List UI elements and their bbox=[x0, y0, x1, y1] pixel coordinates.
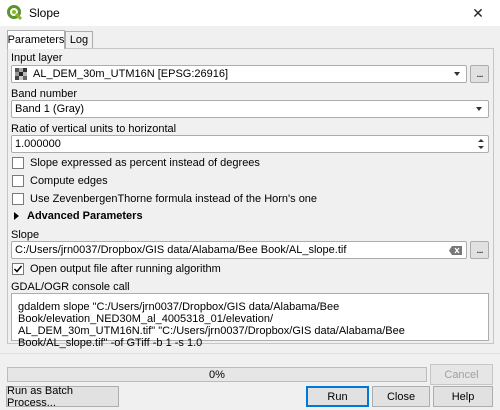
slope-output-field[interactable]: C:/Users/jrn0037/Dropbox/GIS data/Alabam… bbox=[11, 241, 467, 259]
percent-checkbox-row[interactable]: Slope expressed as percent instead of de… bbox=[12, 157, 260, 169]
chevron-down-icon bbox=[454, 72, 460, 76]
zevenbergen-checkbox[interactable] bbox=[12, 193, 24, 205]
chevron-down-icon bbox=[476, 107, 482, 111]
clear-icon[interactable] bbox=[449, 246, 462, 255]
console-call-text[interactable]: gdaldem slope "C:/Users/jrn0037/Dropbox/… bbox=[11, 293, 489, 349]
zevenbergen-checkbox-row[interactable]: Use ZevenbergenThorne formula instead of… bbox=[12, 193, 317, 205]
tab-log[interactable]: Log bbox=[65, 31, 93, 48]
compute-edges-checkbox-row[interactable]: Compute edges bbox=[12, 175, 108, 187]
compute-edges-label: Compute edges bbox=[30, 175, 108, 187]
raster-layer-icon bbox=[15, 68, 29, 80]
progress-text: 0% bbox=[209, 368, 225, 381]
cancel-button[interactable]: Cancel bbox=[430, 364, 493, 385]
slope-dialog: Slope ✕ Parameters Log Input layer AL_DE… bbox=[0, 0, 500, 410]
ratio-value: 1.000000 bbox=[15, 138, 61, 150]
ratio-spinbox[interactable]: 1.000000 bbox=[11, 135, 489, 153]
slope-output-browse-button[interactable]: ... bbox=[470, 241, 489, 259]
band-number-label: Band number bbox=[11, 88, 78, 100]
close-button[interactable]: Close bbox=[372, 386, 430, 407]
advanced-parameters-toggle[interactable]: Advanced Parameters bbox=[14, 210, 143, 222]
input-layer-value: AL_DEM_30m_UTM16N [EPSG:26916] bbox=[33, 68, 229, 80]
title-bar: Slope ✕ bbox=[0, 0, 500, 26]
expand-arrow-icon bbox=[14, 212, 19, 220]
divider bbox=[0, 353, 500, 354]
percent-checkbox-label: Slope expressed as percent instead of de… bbox=[30, 157, 260, 169]
band-number-value: Band 1 (Gray) bbox=[15, 103, 85, 115]
tab-parameters[interactable]: Parameters bbox=[7, 30, 65, 49]
slope-output-label: Slope bbox=[11, 229, 40, 241]
input-layer-label: Input layer bbox=[11, 52, 63, 64]
input-layer-browse-button[interactable]: ... bbox=[470, 65, 489, 83]
window-title: Slope bbox=[29, 6, 60, 20]
slope-output-value: C:/Users/jrn0037/Dropbox/GIS data/Alabam… bbox=[15, 244, 347, 256]
percent-checkbox[interactable] bbox=[12, 157, 24, 169]
open-output-checkbox[interactable] bbox=[12, 263, 24, 275]
compute-edges-checkbox[interactable] bbox=[12, 175, 24, 187]
progress-bar: 0% bbox=[7, 367, 427, 382]
console-call-label: GDAL/OGR console call bbox=[11, 281, 130, 293]
run-batch-button[interactable]: Run as Batch Process... bbox=[6, 385, 119, 409]
zevenbergen-label: Use ZevenbergenThorne formula instead of… bbox=[30, 193, 318, 205]
input-layer-combo[interactable]: AL_DEM_30m_UTM16N [EPSG:26916] bbox=[11, 65, 467, 83]
qgis-icon bbox=[7, 5, 23, 21]
spin-down-icon[interactable] bbox=[478, 146, 484, 149]
advanced-parameters-label: Advanced Parameters bbox=[27, 210, 143, 222]
open-output-checkbox-row[interactable]: Open output file after running algorithm bbox=[12, 263, 221, 275]
ratio-label: Ratio of vertical units to horizontal bbox=[11, 123, 177, 135]
band-number-combo[interactable]: Band 1 (Gray) bbox=[11, 100, 489, 118]
run-button[interactable]: Run bbox=[306, 386, 369, 407]
close-icon[interactable]: ✕ bbox=[468, 3, 488, 23]
help-button[interactable]: Help bbox=[433, 386, 493, 407]
open-output-label: Open output file after running algorithm bbox=[30, 263, 221, 275]
spin-up-icon[interactable] bbox=[478, 139, 484, 142]
